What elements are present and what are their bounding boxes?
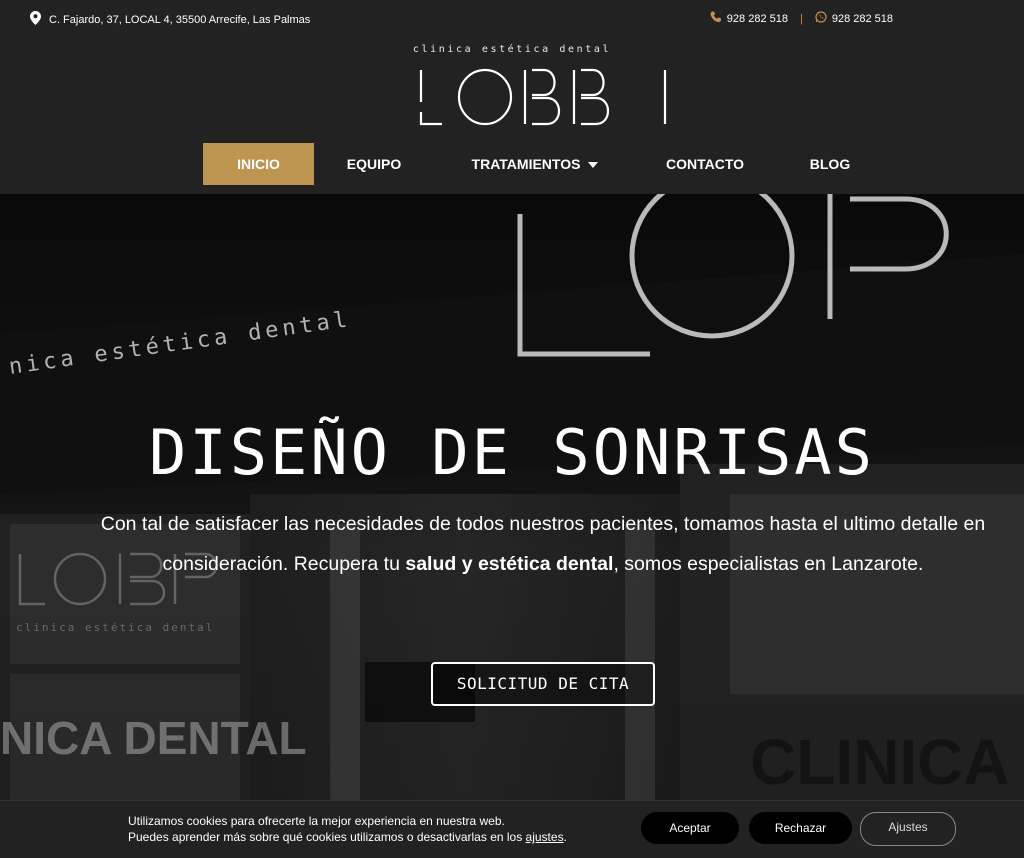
- cookie-line2-prefix: Puedes aprender más sobre qué cookies ut…: [128, 830, 526, 844]
- svg-text:NICA DENTAL: NICA DENTAL: [0, 712, 307, 764]
- address-text: C. Fajardo, 37, LOCAL 4, 35500 Arrecife,…: [49, 13, 311, 26]
- top-bar: C. Fajardo, 37, LOCAL 4, 35500 Arrecife,…: [0, 0, 1024, 36]
- site-header: clinica estética dental INICIO EQUIPO TR…: [0, 36, 1024, 194]
- site-logo[interactable]: [418, 68, 670, 128]
- nav-item-inicio[interactable]: INICIO: [203, 143, 314, 185]
- address-block: C. Fajardo, 37, LOCAL 4, 35500 Arrecife,…: [30, 11, 310, 28]
- whatsapp-link[interactable]: 928 282 518: [815, 11, 893, 26]
- cookie-message-line2: Puedes aprender más sobre qué cookies ut…: [128, 829, 567, 845]
- hero-text-bold: salud y estética dental: [405, 553, 614, 575]
- cookie-consent-bar: Utilizamos cookies para ofrecerte la mej…: [0, 800, 1024, 858]
- nav-item-blog[interactable]: BLOG: [798, 143, 862, 185]
- phone-separator: |: [799, 12, 803, 25]
- cookie-accept-button[interactable]: Aceptar: [641, 812, 739, 844]
- cookie-message: Utilizamos cookies para ofrecerte la mej…: [128, 813, 567, 845]
- phone-icon: [710, 11, 722, 26]
- phone-link[interactable]: 928 282 518: [710, 11, 788, 26]
- phone-block: 928 282 518 | 928 282 518: [710, 11, 893, 26]
- main-nav: INICIO EQUIPO TRATAMIENTOS CONTACTO BLOG: [0, 143, 1024, 185]
- cookie-line2-suffix: .: [563, 830, 567, 844]
- appointment-request-button[interactable]: SOLICITUD DE CITA: [431, 662, 655, 706]
- whatsapp-number: 928 282 518: [831, 12, 893, 25]
- cookie-reject-button[interactable]: Rechazar: [749, 812, 852, 844]
- logo-tagline: clinica estética dental: [412, 44, 612, 55]
- svg-text:CLINICA: CLINICA: [750, 726, 1010, 798]
- caret-down-icon: [588, 162, 599, 169]
- svg-text:clinica estética dental: clinica estética dental: [16, 621, 214, 634]
- nav-item-equipo[interactable]: EQUIPO: [336, 143, 412, 185]
- cookie-settings-button[interactable]: Ajustes: [860, 812, 956, 846]
- nav-item-contacto[interactable]: CONTACTO: [652, 143, 758, 185]
- hero-section: nica estética dental clinica estética de…: [0, 194, 1024, 857]
- hero-text-part2: , somos especialistas en Lanzarote.: [613, 553, 924, 575]
- nav-item-tratamientos-label: TRATAMIENTOS: [471, 156, 581, 172]
- cookie-settings-link[interactable]: ajustes: [526, 830, 564, 844]
- nav-item-tratamientos[interactable]: TRATAMIENTOS: [456, 143, 614, 185]
- hero-title: DISEÑO DE SONRISAS: [149, 416, 875, 489]
- hero-description: Con tal de satisfacer las necesidades de…: [60, 504, 1024, 584]
- whatsapp-icon: [815, 11, 827, 26]
- phone-number: 928 282 518: [726, 12, 788, 25]
- map-pin-icon: [30, 11, 41, 28]
- cookie-message-line1: Utilizamos cookies para ofrecerte la mej…: [128, 814, 505, 828]
